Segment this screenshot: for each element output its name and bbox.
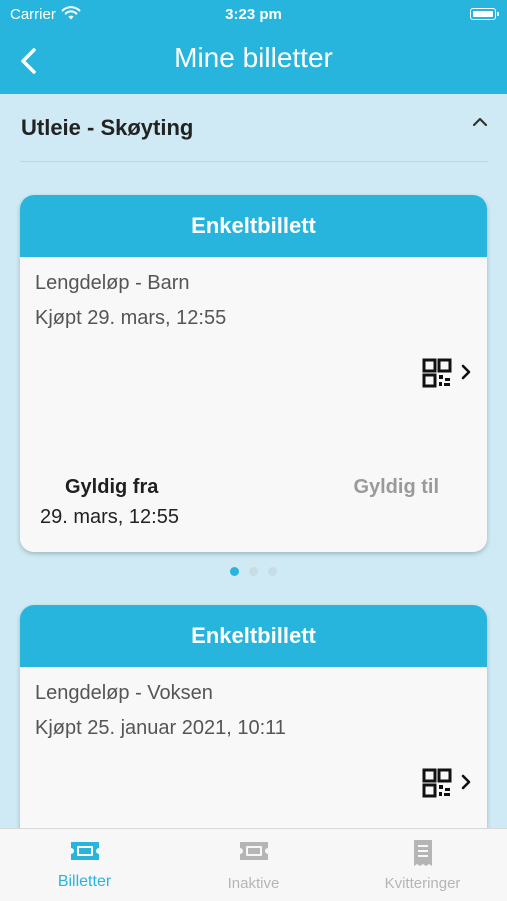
ticket-purchased: Kjøpt 25. januar 2021, 10:11: [35, 717, 286, 739]
ticket-purchased: Kjøpt 29. mars, 12:55: [35, 307, 227, 329]
chevron-right-icon: [461, 774, 471, 790]
ticket-card[interactable]: Enkeltbillett Lengdeløp - Barn Kjøpt 29.…: [20, 195, 487, 552]
receipt-icon: [413, 840, 432, 866]
qr-code-icon: [422, 358, 452, 388]
ticket-type: Enkeltbillett: [20, 195, 487, 257]
tab-billetter[interactable]: Billetter: [0, 829, 169, 901]
qr-code-button[interactable]: [422, 768, 478, 798]
qr-code-icon: [422, 768, 452, 798]
page-title: Mine billetter: [174, 42, 333, 73]
status-time: 3:23 pm: [225, 6, 282, 23]
tab-kvitteringer[interactable]: Kvitteringer: [338, 829, 507, 901]
page-indicator[interactable]: [0, 567, 507, 577]
status-bar: Carrier 3:23 pm: [0, 0, 507, 28]
ticket-name: Lengdeløp - Voksen: [35, 682, 213, 704]
chevron-right-icon: [461, 364, 471, 380]
qr-code-button[interactable]: [422, 358, 478, 388]
tab-bar: Billetter Inaktive Kvitteringer: [0, 828, 507, 901]
tab-inaktive[interactable]: Inaktive: [169, 829, 338, 901]
page-dot[interactable]: [268, 567, 277, 576]
battery-icon: [470, 8, 499, 20]
page-dot[interactable]: [249, 567, 258, 576]
tab-label: Kvitteringer: [384, 875, 461, 892]
section-header[interactable]: Utleie - Skøyting: [20, 113, 488, 162]
page-dot-active[interactable]: [230, 567, 239, 576]
valid-from-value: 29. mars, 12:55: [40, 506, 179, 528]
tab-label: Inaktive: [227, 875, 280, 892]
nav-header: Carrier 3:23 pm Mine billetter: [0, 0, 507, 94]
ticket-type: Enkeltbillett: [20, 605, 487, 667]
ticket-icon: [70, 842, 99, 860]
ticket-icon: [239, 842, 268, 860]
chevron-up-icon[interactable]: [472, 115, 488, 129]
valid-to-label: Gyldig til: [353, 476, 439, 498]
valid-from-label: Gyldig fra: [65, 476, 159, 498]
section-title: Utleie - Skøyting: [21, 115, 194, 140]
ticket-name: Lengdeløp - Barn: [35, 272, 190, 294]
tab-label: Billetter: [57, 873, 112, 890]
ticket-body: Lengdeløp - Barn Kjøpt 29. mars, 12:55 G…: [20, 257, 487, 552]
ticket-card[interactable]: Enkeltbillett Lengdeløp - Voksen Kjøpt 2…: [20, 605, 487, 865]
